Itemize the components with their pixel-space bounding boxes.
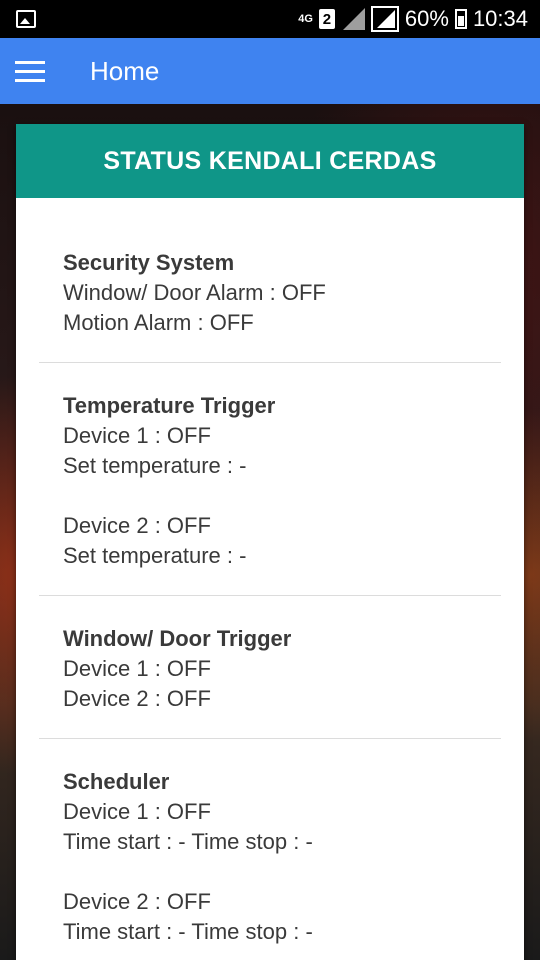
sim-badge: 2 [318, 9, 335, 29]
hamburger-menu-icon[interactable] [0, 38, 60, 104]
status-line: Device 1 : OFF [63, 799, 211, 824]
section-title: Window/ Door Trigger [63, 626, 292, 651]
status-line: Time start : - Time stop : - [63, 829, 313, 854]
network-type: 4G [298, 13, 313, 25]
signal-sim2-icon [370, 6, 399, 32]
status-line: Motion Alarm : OFF [63, 310, 254, 335]
card-header: STATUS KENDALI CERDAS [16, 124, 524, 198]
battery-percent: 60% [404, 6, 449, 31]
screen: 4G 2 60% 10:34 Home STATUS KENDALI CERDA… [0, 0, 540, 960]
section-security-system: Security System Window/ Door Alarm : OFF… [39, 198, 501, 363]
battery-icon [454, 9, 467, 29]
status-line: Window/ Door Alarm : OFF [63, 280, 326, 305]
section-title: Security System [63, 250, 235, 275]
section-temperature-trigger: Temperature Trigger Device 1 : OFF Set t… [39, 363, 501, 596]
status-line: Device 2 : OFF [63, 889, 211, 914]
status-line: Device 2 : OFF [63, 686, 211, 711]
section-title: Temperature Trigger [63, 393, 276, 418]
section-window-door-trigger: Window/ Door Trigger Device 1 : OFF Devi… [39, 596, 501, 739]
status-bar: 4G 2 60% 10:34 [0, 0, 540, 38]
status-line: Set temperature : - [63, 453, 247, 478]
status-line: Device 1 : OFF [63, 656, 211, 681]
app-bar: Home [0, 38, 540, 104]
gallery-icon [16, 10, 36, 28]
card-title: STATUS KENDALI CERDAS [103, 146, 437, 175]
section-title: Scheduler [63, 769, 170, 794]
page-title: Home [90, 55, 160, 86]
status-line: Time start : - Time stop : - [63, 919, 313, 944]
clock: 10:34 [472, 6, 528, 31]
status-card: STATUS KENDALI CERDAS Security System Wi… [16, 124, 524, 960]
status-line: Device 1 : OFF [63, 423, 211, 448]
signal-icon [341, 8, 365, 30]
section-scheduler: Scheduler Device 1 : OFF Time start : - … [39, 739, 501, 960]
status-line: Set temperature : - [63, 543, 247, 568]
status-line: Device 2 : OFF [63, 513, 211, 538]
